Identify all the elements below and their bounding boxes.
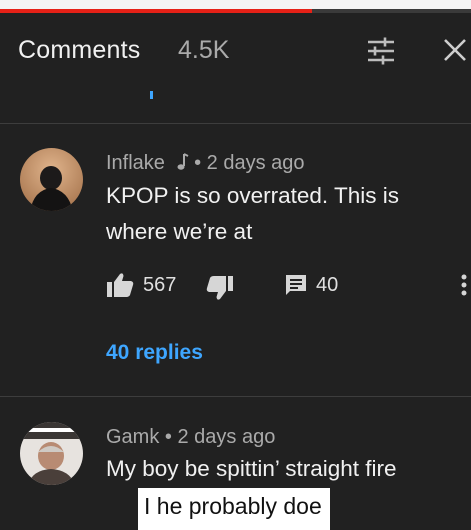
- divider: [0, 123, 471, 124]
- more-vert-icon[interactable]: [457, 270, 471, 300]
- thumbs-down-icon[interactable]: [206, 275, 234, 301]
- video-progress-strip: [0, 0, 471, 13]
- close-icon[interactable]: [440, 35, 470, 65]
- scroll-indicator: [150, 91, 153, 99]
- reply-icon[interactable]: [284, 273, 308, 297]
- avatar[interactable]: [20, 422, 83, 485]
- comment-text-line: My boy be spittin’ straight fire: [106, 456, 397, 481]
- meta-separator: •: [164, 426, 172, 448]
- reply-count: 40: [316, 274, 339, 296]
- music-note-icon: [177, 153, 188, 170]
- like-count: 567: [143, 274, 177, 296]
- comment-time: 2 days ago: [206, 152, 305, 174]
- comment-text: KPOP is so overrated. This is where we’r…: [106, 178, 399, 250]
- thumbs-up-icon[interactable]: [106, 272, 134, 298]
- caption-overlay: I he probably doe: [138, 488, 330, 530]
- comments-count: 4.5K: [178, 36, 230, 64]
- divider: [0, 396, 471, 397]
- comment-text: My boy be spittin’ straight fire: [106, 451, 397, 487]
- comment-meta: Gamk • 2 days ago: [106, 426, 275, 449]
- caption-text: I he probably doe: [144, 493, 322, 519]
- comments-header: Comments 4.5K: [0, 13, 471, 85]
- comment-time: 2 days ago: [177, 426, 276, 448]
- comment-author[interactable]: Gamk: [106, 426, 159, 448]
- comment-text-line: where we’re at: [106, 219, 253, 244]
- comment-author[interactable]: Inflake: [106, 152, 165, 174]
- meta-separator: •: [194, 152, 202, 174]
- view-replies-link[interactable]: 40 replies: [106, 341, 203, 365]
- comment-text-line: KPOP is so overrated. This is: [106, 183, 400, 208]
- comments-title: Comments: [18, 36, 141, 64]
- avatar[interactable]: [20, 148, 83, 211]
- comment-actions: 567 40: [106, 268, 471, 304]
- sort-icon[interactable]: [366, 37, 396, 65]
- comment-meta: Inflake • 2 days ago: [106, 152, 305, 175]
